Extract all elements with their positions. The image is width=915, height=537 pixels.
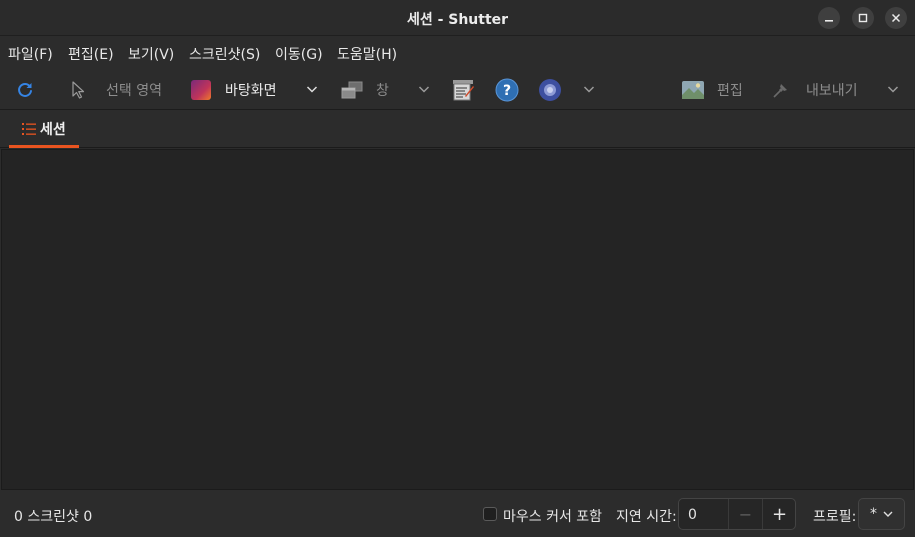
export-label: 내보내기 (806, 82, 858, 99)
menu-view[interactable]: 보기(V) (128, 44, 174, 64)
delay-decrease-button[interactable]: − (728, 499, 762, 529)
include-cursor-label[interactable]: 마우스 커서 포함 (503, 506, 602, 526)
list-icon (22, 123, 36, 135)
chevron-down-icon (883, 511, 893, 517)
session-view[interactable] (1, 149, 914, 490)
menu-edit[interactable]: 편집(E) (68, 44, 114, 64)
web-capture-icon (539, 78, 561, 101)
tab-bar: 세션 (0, 110, 915, 148)
menu-help[interactable]: 도움말(H) (337, 44, 397, 64)
export-button[interactable]: 내보내기 (771, 69, 858, 110)
menu-go[interactable]: 이동(G) (275, 44, 323, 64)
menu-capture-button[interactable] (451, 69, 475, 110)
profile-select[interactable]: * (858, 498, 905, 530)
toolbar: 선택 영역 바탕화면 창 ? 편집 내보내기 (0, 69, 915, 110)
export-icon (773, 83, 787, 98)
close-icon (891, 13, 901, 23)
desktop-label: 바탕화면 (225, 82, 277, 99)
menu-screenshot[interactable]: 스크린샷(S) (189, 44, 260, 64)
include-cursor-checkbox[interactable] (483, 507, 497, 521)
title-bar: 세션 - Shutter (0, 0, 915, 36)
tab-session[interactable]: 세션 (9, 110, 79, 148)
export-dropdown-chevron-icon[interactable] (886, 82, 900, 96)
cursor-icon (72, 80, 85, 99)
profile-label: 프로필: (813, 509, 857, 525)
refresh-button[interactable] (16, 69, 34, 110)
selection-label: 선택 영역 (106, 82, 162, 99)
status-bar: 0 스크린샷 0 마우스 커서 포함 지연 시간: 0 − + 프로필: * (0, 491, 915, 537)
menu-bar: 파일(F) 편집(E) 보기(V) 스크린샷(S) 이동(G) 도움말(H) (0, 36, 915, 69)
menu-file[interactable]: 파일(F) (8, 44, 53, 64)
minimize-button[interactable] (818, 7, 840, 29)
tab-session-label: 세션 (40, 122, 66, 138)
delay-spinner: 0 − + (678, 498, 796, 530)
web-capture-dropdown-chevron-icon[interactable] (582, 82, 596, 96)
delay-input[interactable]: 0 (688, 507, 697, 523)
svg-text:?: ? (503, 83, 511, 99)
menu-capture-icon (453, 79, 474, 100)
help-button[interactable]: ? (495, 69, 519, 110)
window-title: 세션 - Shutter (406, 12, 509, 28)
profile-value: * (870, 506, 877, 522)
maximize-button[interactable] (852, 7, 874, 29)
minimize-icon (825, 20, 833, 22)
selection-button[interactable]: 선택 영역 (70, 69, 162, 110)
web-capture-button[interactable] (538, 69, 562, 110)
edit-button[interactable]: 편집 (681, 69, 743, 110)
window-label: 창 (376, 82, 389, 99)
edit-label: 편집 (717, 82, 743, 99)
close-button[interactable] (885, 7, 907, 29)
active-tab-indicator (9, 145, 79, 148)
maximize-icon (858, 13, 868, 23)
desktop-dropdown-chevron-icon[interactable] (305, 82, 319, 96)
window-dropdown-chevron-icon[interactable] (417, 82, 431, 96)
delay-label: 지연 시간: (616, 509, 677, 525)
desktop-icon (191, 79, 211, 100)
window-icon (341, 81, 363, 98)
delay-increase-button[interactable]: + (762, 499, 796, 529)
refresh-icon (18, 82, 32, 97)
screenshot-count: 0 스크린샷 0 (14, 509, 93, 525)
window-button[interactable]: 창 (340, 69, 389, 110)
desktop-button[interactable]: 바탕화면 (190, 69, 277, 110)
image-edit-icon (682, 80, 704, 99)
help-icon: ? (495, 78, 519, 101)
